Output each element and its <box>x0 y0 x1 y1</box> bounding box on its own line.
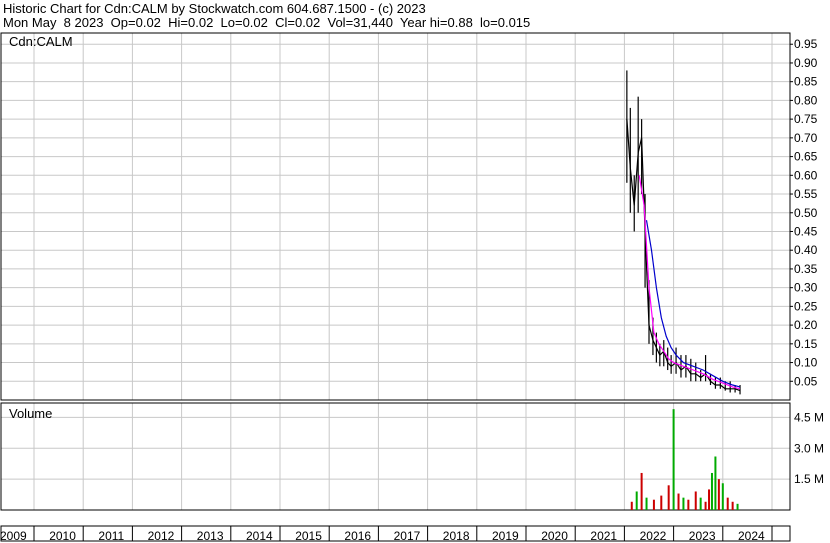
price-ytick-label: 0.10 <box>794 356 818 370</box>
price-ytick-label: 0.45 <box>794 224 818 238</box>
volume-bar <box>677 493 680 510</box>
x-tick-label: 2017 <box>394 529 421 543</box>
volume-bar <box>708 489 711 510</box>
moving-average-line-1 <box>638 175 741 390</box>
price-ytick-label: 0.65 <box>794 150 818 164</box>
price-ytick-label: 0.20 <box>794 318 818 332</box>
price-ytick-label: 0.40 <box>794 243 818 257</box>
price-ytick-label: 0.30 <box>794 281 818 295</box>
x-tick-label: 2009 <box>0 529 27 543</box>
price-panel-frame <box>0 32 791 401</box>
price-ytick-label: 0.75 <box>794 112 818 126</box>
moving-average-line-2 <box>645 220 741 388</box>
x-tick-label: 2023 <box>689 529 716 543</box>
price-y-axis: 0.95 0.90 0.85 0.80 0.75 0.70 0.65 0.60 0.55 0.50… <box>790 37 818 388</box>
x-tick-label: 2021 <box>590 529 617 543</box>
volume-panel-frame <box>0 402 791 511</box>
x-tick-label: 2010 <box>49 529 76 543</box>
volume-bar <box>640 472 643 510</box>
volume-panel-label: Volume <box>9 406 52 421</box>
price-ytick-label: 0.85 <box>794 75 818 89</box>
volume-bar <box>731 501 734 510</box>
price-ytick-label: 0.90 <box>794 56 818 70</box>
volume-bar <box>652 499 655 510</box>
volume-bar <box>645 497 648 510</box>
volume-bar <box>660 495 663 510</box>
price-ytick-label: 0.95 <box>794 37 818 51</box>
price-panel-label: Cdn:CALM <box>9 34 73 49</box>
grid <box>1 33 790 541</box>
volume-ytick-label: 4.5 M <box>794 410 824 424</box>
x-tick-label: 2013 <box>197 529 224 543</box>
volume-bar <box>714 456 717 510</box>
x-tick-label: 2022 <box>640 529 667 543</box>
x-tick-label: 2018 <box>443 529 470 543</box>
price-ytick-label: 0.55 <box>794 187 818 201</box>
volume-bar <box>667 485 670 510</box>
volume-bar <box>694 491 697 510</box>
volume-bar <box>717 479 720 510</box>
price-ytick-label: 0.80 <box>794 93 818 107</box>
price-ytick-label: 0.05 <box>794 374 818 388</box>
volume-bar <box>736 503 739 510</box>
volume-bar <box>630 501 633 510</box>
x-tick-label: 2024 <box>738 529 765 543</box>
volume-bar <box>721 483 724 510</box>
volume-bar <box>726 497 729 510</box>
volume-bar <box>710 472 713 510</box>
volume-bar <box>687 499 690 510</box>
volume-bar <box>672 409 675 510</box>
volume-bar <box>635 491 638 510</box>
volume-ytick-label: 3.0 M <box>794 441 824 455</box>
price-ytick-label: 0.50 <box>794 206 818 220</box>
volume-bar <box>699 497 702 510</box>
price-ytick-label: 0.25 <box>794 299 818 313</box>
x-tick-label: 2011 <box>98 529 124 543</box>
x-tick-label: 2015 <box>295 529 322 543</box>
volume-y-axis: 4.5 M 3.0 M 1.5 M <box>794 410 824 486</box>
historic-chart: Cdn:CALM Volume 0.95 0.90 0.85 0.80 0.75 0.70… <box>0 32 824 543</box>
price-ytick-label: 0.35 <box>794 262 818 276</box>
x-tick-label: 2012 <box>148 529 175 543</box>
volume-ytick-label: 1.5 M <box>794 472 824 486</box>
chart-frame <box>0 32 791 542</box>
price-ytick-label: 0.70 <box>794 131 818 145</box>
x-tick-label: 2016 <box>344 529 371 543</box>
volume-bar <box>704 501 707 510</box>
x-tick-label: 2014 <box>246 529 273 543</box>
price-ytick-label: 0.60 <box>794 168 818 182</box>
price-ytick-label: 0.15 <box>794 337 818 351</box>
x-tick-label: 2019 <box>492 529 519 543</box>
x-tick-label: 2020 <box>541 529 568 543</box>
volume-bar <box>682 497 685 510</box>
